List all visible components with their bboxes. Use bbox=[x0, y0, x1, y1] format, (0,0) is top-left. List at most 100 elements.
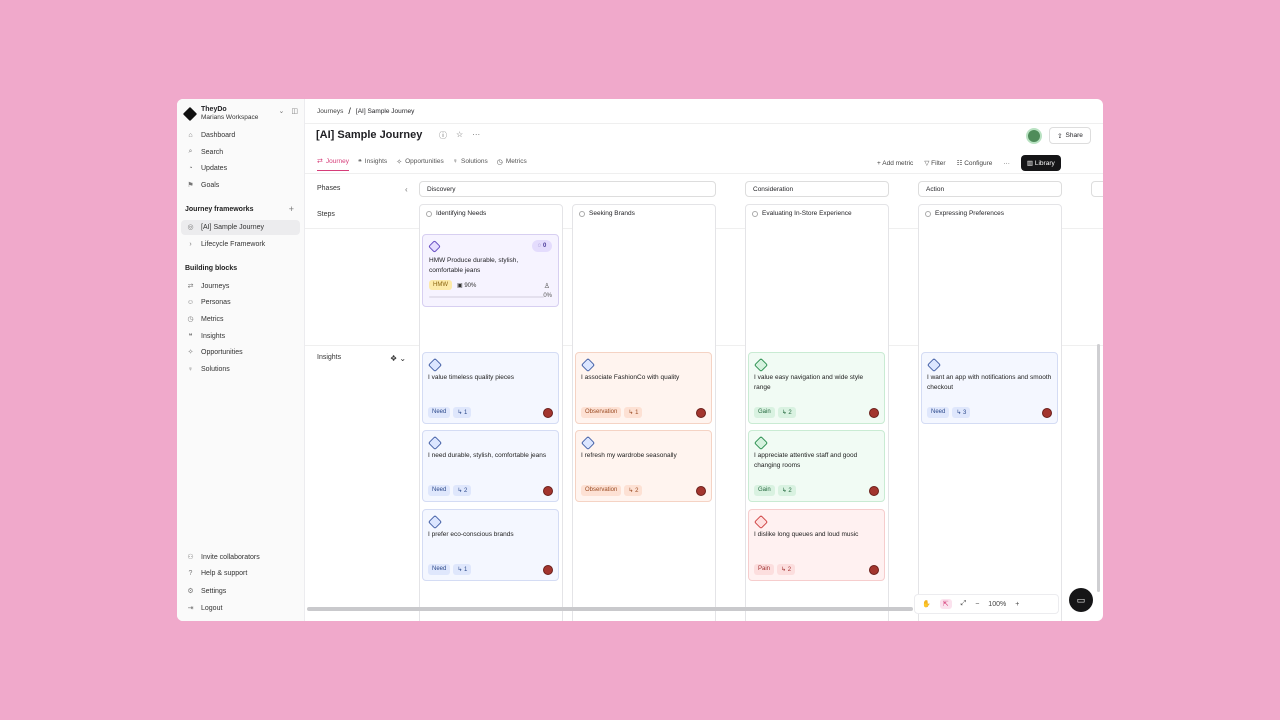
chevron-left-icon[interactable]: ‹ bbox=[405, 185, 408, 194]
zoom-level: 100% bbox=[988, 600, 1007, 608]
link-count-badge: ↳ 2 bbox=[453, 485, 472, 496]
avatar[interactable] bbox=[543, 565, 553, 575]
share-icon: ⇪ bbox=[1057, 132, 1063, 140]
phase-consideration[interactable]: Consideration bbox=[745, 181, 889, 197]
sidebar-item-settings[interactable]: ⚙ Settings bbox=[186, 584, 226, 598]
step-title[interactable]: Seeking Brands bbox=[589, 210, 635, 217]
phase-discovery[interactable]: Discovery bbox=[419, 181, 716, 197]
avatar[interactable] bbox=[869, 565, 879, 575]
personas-icon: ☺ bbox=[186, 298, 195, 306]
step-status-icon[interactable] bbox=[925, 210, 931, 217]
avatar[interactable] bbox=[696, 486, 706, 496]
vertical-scrollbar[interactable] bbox=[1097, 344, 1100, 592]
sidebar-item-personas[interactable]: ☺ Personas bbox=[186, 295, 231, 309]
sidebar-item-lifecycle-framework[interactable]: › Lifecycle Framework bbox=[186, 237, 265, 251]
insight-card[interactable]: I need durable, stylish, comfortable jea… bbox=[422, 430, 559, 502]
solutions-icon: ♀ bbox=[452, 158, 458, 165]
add-framework-icon[interactable]: + bbox=[289, 204, 294, 214]
tab-insights[interactable]: ❝ Insights bbox=[358, 157, 387, 171]
configure-button[interactable]: ☷ Configure bbox=[957, 159, 993, 167]
sidebar-item-dashboard[interactable]: ⌂ Dashboard bbox=[186, 128, 235, 142]
library-button[interactable]: ▥ Library bbox=[1020, 155, 1061, 171]
avatar[interactable] bbox=[543, 408, 553, 418]
sidebar-item-help[interactable]: ? Help & support bbox=[186, 566, 248, 580]
step-status-icon[interactable] bbox=[579, 210, 585, 217]
insight-text: I refresh my wardrobe seasonally bbox=[581, 452, 677, 459]
tab-metrics[interactable]: ◷ Metrics bbox=[497, 157, 527, 171]
sidebar-item-label: Dashboard bbox=[201, 131, 236, 139]
sidebar-item-label: Insights bbox=[201, 332, 226, 340]
filter-button[interactable]: ▽ Filter bbox=[924, 159, 945, 167]
add-metric-button[interactable]: + Add metric bbox=[877, 160, 913, 167]
sidebar-item-search[interactable]: ⌕ Search bbox=[186, 145, 224, 159]
step-status-icon[interactable] bbox=[752, 210, 758, 217]
sidebar-item-logout[interactable]: ⇥ Logout bbox=[186, 601, 223, 615]
insight-type-icon[interactable]: ❖ ⌄ bbox=[390, 354, 406, 363]
chat-support-button[interactable]: ▭ bbox=[1069, 588, 1093, 612]
insight-card[interactable]: I associate FashionCo with quality Obser… bbox=[575, 352, 712, 424]
share-button[interactable]: ⇪ Share bbox=[1049, 127, 1091, 144]
sidebar-item-invite[interactable]: ⚇ Invite collaborators bbox=[186, 550, 259, 564]
zoom-in-icon[interactable]: + bbox=[1015, 601, 1019, 608]
insight-card[interactable]: I refresh my wardrobe seasonally Observa… bbox=[575, 430, 712, 502]
insight-card[interactable]: I value easy navigation and wide style r… bbox=[748, 352, 885, 424]
avatar[interactable] bbox=[543, 486, 553, 496]
collapse-sidebar-icon[interactable]: ◫ bbox=[291, 107, 298, 115]
step-title[interactable]: Expressing Preferences bbox=[935, 210, 1004, 217]
zoom-out-icon[interactable]: − bbox=[975, 601, 979, 608]
workspace-name: TheyDo bbox=[201, 106, 227, 113]
insight-type-badge: Gain bbox=[754, 407, 775, 418]
sidebar-item-solutions[interactable]: ♀ Solutions bbox=[186, 362, 230, 376]
insight-type-badge: Observation bbox=[581, 485, 622, 496]
breadcrumb-journeys[interactable]: Journeys bbox=[317, 108, 343, 115]
info-icon[interactable]: ⓘ bbox=[439, 130, 447, 141]
phase-partial[interactable] bbox=[1091, 181, 1103, 197]
tab-label: Opportunities bbox=[405, 158, 444, 165]
tab-label: Journey bbox=[325, 157, 349, 165]
solution-count-badge[interactable]: ◌ 0 bbox=[532, 240, 552, 252]
select-tool-icon[interactable]: ⇱ bbox=[939, 599, 952, 609]
sidebar-item-sample-journey[interactable]: ◎ [AI] Sample Journey bbox=[186, 220, 264, 234]
step-title[interactable]: Identifying Needs bbox=[436, 210, 486, 217]
hand-tool-icon[interactable]: ✋ bbox=[922, 600, 931, 608]
star-icon[interactable]: ☆ bbox=[456, 130, 463, 141]
more-actions-button[interactable]: ··· bbox=[1003, 160, 1010, 167]
link-count: 1 bbox=[635, 410, 639, 416]
search-icon: ⌕ bbox=[188, 148, 193, 155]
link-count: 2 bbox=[635, 488, 639, 494]
step-title[interactable]: Evaluating In-Store Experience bbox=[762, 210, 852, 217]
sidebar-item-journeys[interactable]: ⇄ Journeys bbox=[186, 279, 230, 293]
insight-text: I prefer eco-conscious brands bbox=[428, 531, 514, 538]
hmw-opportunity-card[interactable]: ◌ 0 HMW Produce durable, stylish, comfor… bbox=[422, 234, 559, 307]
sidebar-item-insights[interactable]: ❝ Insights bbox=[186, 329, 226, 343]
insight-card[interactable]: I dislike long queues and loud music Pai… bbox=[748, 509, 885, 581]
horizontal-scrollbar[interactable] bbox=[307, 607, 913, 611]
workspace-subtitle: Marians Workspace bbox=[201, 114, 259, 121]
avatar[interactable] bbox=[869, 486, 879, 496]
person-icon[interactable]: ♙ bbox=[544, 282, 550, 290]
tab-journey[interactable]: ⇄ Journey bbox=[317, 157, 349, 171]
avatar[interactable] bbox=[696, 408, 706, 418]
insight-card[interactable]: I appreciate attentive staff and good ch… bbox=[748, 430, 885, 502]
tab-opportunities[interactable]: ✧ Opportunities bbox=[396, 157, 444, 171]
journeys-icon: ⇄ bbox=[187, 283, 194, 290]
avatar[interactable] bbox=[1042, 408, 1052, 418]
book-icon: ▥ bbox=[1026, 160, 1035, 167]
sidebar-item-label: Opportunities bbox=[201, 348, 243, 356]
insight-card[interactable]: I prefer eco-conscious brands Need ↳ 1 bbox=[422, 509, 559, 581]
journey-icon: ⇄ bbox=[317, 158, 323, 165]
insight-card[interactable]: I want an app with notifications and smo… bbox=[921, 352, 1058, 424]
sidebar-item-opportunities[interactable]: ✧ Opportunities bbox=[186, 345, 243, 359]
more-icon[interactable]: ··· bbox=[472, 130, 480, 141]
fit-screen-icon[interactable]: ⤢ bbox=[961, 600, 967, 608]
tab-solutions[interactable]: ♀ Solutions bbox=[453, 157, 488, 171]
step-status-icon[interactable] bbox=[426, 210, 432, 217]
insight-card[interactable]: I value timeless quality pieces Need ↳ 1 bbox=[422, 352, 559, 424]
phase-action[interactable]: Action bbox=[918, 181, 1062, 197]
chevron-down-icon[interactable]: ⌄ bbox=[279, 107, 285, 115]
avatar[interactable] bbox=[869, 408, 879, 418]
sidebar-item-metrics[interactable]: ◷ Metrics bbox=[186, 312, 223, 326]
avatar[interactable] bbox=[1026, 128, 1042, 144]
sidebar-item-updates[interactable]: ◔ Updates bbox=[186, 161, 227, 175]
sidebar-item-goals[interactable]: ⚑ Goals bbox=[186, 178, 219, 192]
